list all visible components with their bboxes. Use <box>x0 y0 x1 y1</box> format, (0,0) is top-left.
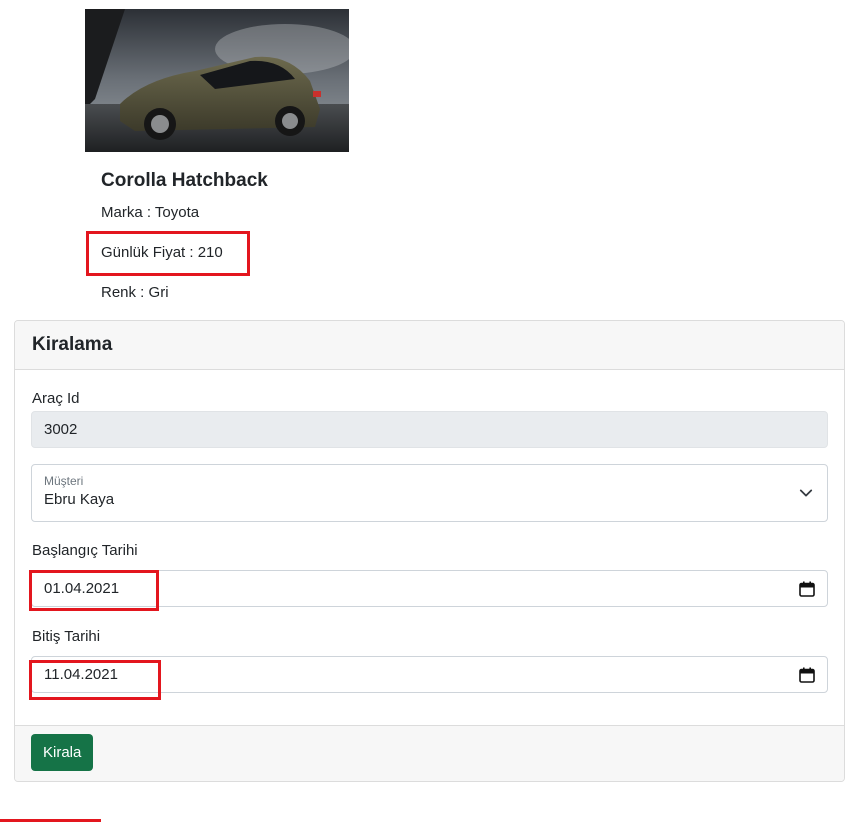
start-date-label: Başlangıç Tarihi <box>32 542 138 559</box>
rent-button[interactable]: Kirala <box>31 734 94 771</box>
customer-select[interactable]: Müşteri Ebru Kaya <box>31 464 828 522</box>
car-title: Corolla Hatchback <box>101 170 268 191</box>
car-id-label: Araç Id <box>32 390 80 407</box>
end-date-label: Bitiş Tarihi <box>32 628 101 645</box>
car-color-label: Renk : <box>101 284 149 301</box>
calendar-icon[interactable] <box>799 667 815 683</box>
car-brand: Marka : Toyota <box>101 203 199 223</box>
car-brand-label: Marka : <box>101 204 155 221</box>
car-price-value: 210 <box>197 244 223 261</box>
car-image <box>85 9 349 152</box>
car-color-value: Gri <box>148 284 169 301</box>
start-date-value: 01.04.2021 <box>44 580 120 597</box>
car-id-input[interactable]: 3002 <box>31 411 828 448</box>
rental-card-title: Kiralama <box>32 334 113 355</box>
end-date-value: 11.04.2021 <box>44 666 118 683</box>
chevron-down-icon <box>799 489 813 497</box>
car-color: Renk : Gri <box>101 283 169 303</box>
start-date-input[interactable]: 01.04.2021 <box>31 570 828 607</box>
rental-card-header: Kiralama <box>15 321 844 370</box>
customer-select-label: Müşteri <box>44 474 84 488</box>
rental-card-footer: Kirala <box>15 725 844 781</box>
customer-select-value: Ebru Kaya <box>44 491 115 508</box>
car-brand-value: Toyota <box>154 204 200 221</box>
rental-card: Kiralama Araç Id 3002 Müşteri Ebru Kaya … <box>14 320 845 782</box>
car-daily-price: Günlük Fiyat : 210 <box>101 243 223 263</box>
car-id-value: 3002 <box>44 421 78 438</box>
end-date-input[interactable]: 11.04.2021 <box>31 656 828 693</box>
calendar-icon[interactable] <box>799 581 815 597</box>
car-price-label: Günlük Fiyat : <box>101 244 198 261</box>
